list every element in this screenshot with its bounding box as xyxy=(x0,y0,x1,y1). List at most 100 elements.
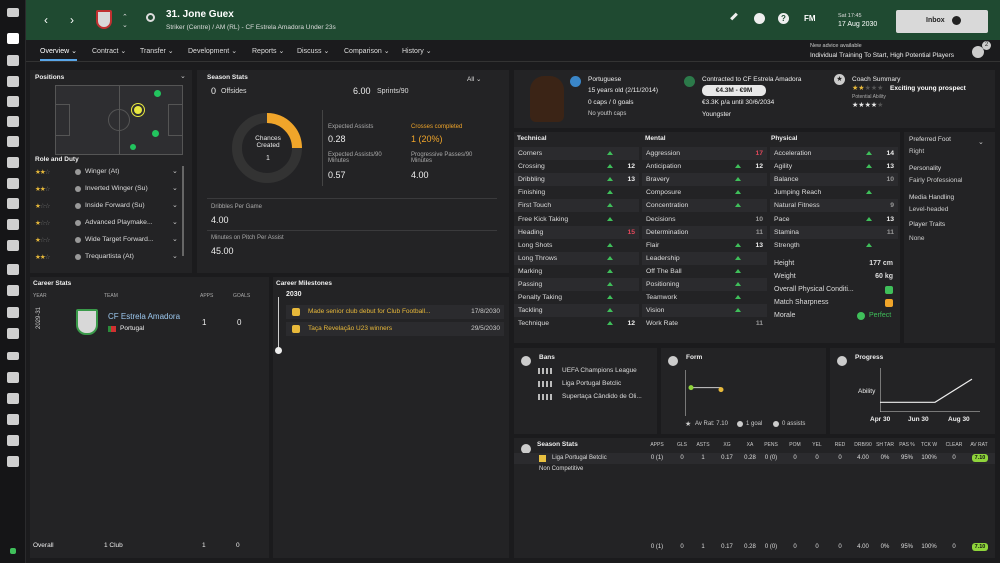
edit-icon[interactable] xyxy=(730,12,738,21)
season-table-row[interactable]: Non Competitive xyxy=(514,464,995,475)
attribute-name: Anticipation xyxy=(646,163,682,171)
role-chevron-icon[interactable]: ⌄ xyxy=(172,235,178,243)
role-info-icon[interactable] xyxy=(75,254,81,260)
dynamics-icon[interactable] xyxy=(7,76,19,87)
season-stats-title[interactable]: Season Stats xyxy=(207,74,248,81)
position-marker-amr[interactable] xyxy=(152,130,159,137)
role-chevron-icon[interactable]: ⌄ xyxy=(172,184,178,192)
season-col-shtar[interactable]: SH TAR xyxy=(874,442,896,448)
schedule-icon[interactable] xyxy=(7,219,19,230)
season-col-pas[interactable]: PAS % xyxy=(896,442,918,448)
role-row[interactable]: ★★☆ Winger (At) ⌄ xyxy=(35,168,180,181)
report-icon[interactable] xyxy=(7,198,19,209)
tab-discuss[interactable]: Discuss ⌄ xyxy=(297,47,329,55)
team-icon-4[interactable] xyxy=(7,435,19,446)
club-vision-icon[interactable] xyxy=(7,307,19,318)
milestone-row[interactable]: Made senior club debut for Club Football… xyxy=(286,305,504,319)
tab-development[interactable]: Development ⌄ xyxy=(188,47,237,55)
season-col-pom[interactable]: POM xyxy=(784,442,806,448)
form-title[interactable]: Form xyxy=(686,354,702,361)
season-col-pens[interactable]: PENS xyxy=(760,442,782,448)
advice-text[interactable]: Individual Training To Start, High Poten… xyxy=(810,52,954,59)
positions-chevron-icon[interactable]: ⌄ xyxy=(180,72,186,80)
career-team-link[interactable]: CF Estrela Amadora xyxy=(108,312,180,321)
role-list-scrollbar[interactable] xyxy=(182,166,184,256)
team-icon-1[interactable] xyxy=(7,372,19,383)
attribute-up-icon xyxy=(866,164,872,169)
role-info-icon[interactable] xyxy=(75,237,81,243)
squad-icon[interactable] xyxy=(7,55,19,66)
milestones-title[interactable]: Career Milestones xyxy=(276,280,332,287)
season-col-drb90[interactable]: DRB/90 xyxy=(852,442,874,448)
tab-transfer[interactable]: Transfer ⌄ xyxy=(140,47,174,55)
season-col-red[interactable]: RED xyxy=(829,442,851,448)
season-col-tckw[interactable]: TCK W xyxy=(918,442,940,448)
role-row[interactable]: ★☆☆ Inside Forward (Su) ⌄ xyxy=(35,202,180,215)
tab-reports[interactable]: Reports ⌄ xyxy=(252,47,284,55)
position-marker-aml[interactable] xyxy=(154,90,161,97)
globe-icon[interactable] xyxy=(754,13,765,24)
medical-icon[interactable] xyxy=(7,136,19,147)
team-icon-3[interactable] xyxy=(7,414,19,425)
role-chevron-icon[interactable]: ⌄ xyxy=(172,218,178,226)
data-hub-icon[interactable] xyxy=(7,178,19,189)
attribute-name: Technique xyxy=(518,320,549,328)
season-col-avrat[interactable]: AV RAT xyxy=(968,442,990,448)
inbox-icon[interactable] xyxy=(7,33,19,44)
fm-logo[interactable]: FM xyxy=(804,14,816,23)
progress-title[interactable]: Progress xyxy=(855,354,883,361)
tab-history[interactable]: History ⌄ xyxy=(402,47,432,55)
role-info-icon[interactable] xyxy=(75,203,81,209)
tab-overview[interactable]: Overview ⌄ xyxy=(40,47,77,61)
back-icon[interactable]: ‹ xyxy=(44,13,48,27)
physical-row: Pace 13 xyxy=(770,213,898,226)
training-icon[interactable] xyxy=(7,116,19,127)
season-col-xa[interactable]: XA xyxy=(739,442,761,448)
search-icon[interactable] xyxy=(146,13,155,22)
physical-row: Natural Fitness 9 xyxy=(770,199,898,213)
career-stats-title[interactable]: Career Stats xyxy=(33,280,71,287)
scouting-icon[interactable] xyxy=(7,264,19,275)
role-info-icon[interactable] xyxy=(75,169,81,175)
role-row[interactable]: ★★☆ Trequartista (At) ⌄ xyxy=(35,253,180,266)
season-col-yel[interactable]: YEL xyxy=(806,442,828,448)
menu-icon[interactable] xyxy=(7,8,19,17)
role-chevron-icon[interactable]: ⌄ xyxy=(172,167,178,175)
dev-centre-icon[interactable] xyxy=(7,352,19,360)
position-marker-rw[interactable] xyxy=(130,144,136,150)
role-row[interactable]: ★☆☆ Wide Target Forward... ⌄ xyxy=(35,236,180,249)
milestone-row[interactable]: Taça Revelação U23 winners 29/5/2030 xyxy=(286,322,504,336)
transfers-icon[interactable] xyxy=(7,285,19,296)
tab-comparison[interactable]: Comparison ⌄ xyxy=(344,47,390,55)
help-icon[interactable]: ? xyxy=(778,13,789,24)
position-marker-st[interactable] xyxy=(134,106,142,114)
ban-bar-icon xyxy=(538,381,554,387)
season-filter-select[interactable]: All ⌄ xyxy=(467,75,482,83)
season-col-clear[interactable]: CLEAR xyxy=(943,442,965,448)
inbox-button[interactable]: Inbox xyxy=(896,10,988,33)
season-table-title[interactable]: Season Stats xyxy=(537,441,578,448)
role-row[interactable]: ★★☆ Inverted Winger (Su) ⌄ xyxy=(35,185,180,198)
role-row[interactable]: ★☆☆ Advanced Playmake... ⌄ xyxy=(35,219,180,232)
side-info-chevron-icon[interactable]: ⌄ xyxy=(978,138,984,146)
trophy-icon[interactable] xyxy=(7,240,19,251)
role-chevron-icon[interactable]: ⌄ xyxy=(172,252,178,260)
tactics-icon[interactable] xyxy=(7,157,19,168)
club-menu-chevron-icon[interactable]: ⌃ ⌄ xyxy=(122,13,128,29)
season-col-apps[interactable]: APPS xyxy=(646,442,668,448)
season-table-row[interactable]: Liga Portugal Betclic 0 (1) 0 1 0.17 0.28 0 (0… xyxy=(514,453,995,464)
season-col-xg[interactable]: XG xyxy=(716,442,738,448)
role-info-icon[interactable] xyxy=(75,186,81,192)
role-info-icon[interactable] xyxy=(75,220,81,226)
forward-icon[interactable]: › xyxy=(70,13,74,27)
coach-star-icon: ★ xyxy=(834,74,845,85)
season-col-gls[interactable]: GLS xyxy=(671,442,693,448)
team-icon-2[interactable] xyxy=(7,393,19,404)
finances-icon[interactable] xyxy=(7,328,19,339)
season-col-asts[interactable]: ASTS xyxy=(692,442,714,448)
staff-icon[interactable] xyxy=(7,96,19,107)
tab-contract[interactable]: Contract ⌄ xyxy=(92,47,126,55)
positions-title[interactable]: Positions xyxy=(35,74,64,81)
team-icon-5[interactable] xyxy=(7,456,19,467)
role-chevron-icon[interactable]: ⌄ xyxy=(172,201,178,209)
